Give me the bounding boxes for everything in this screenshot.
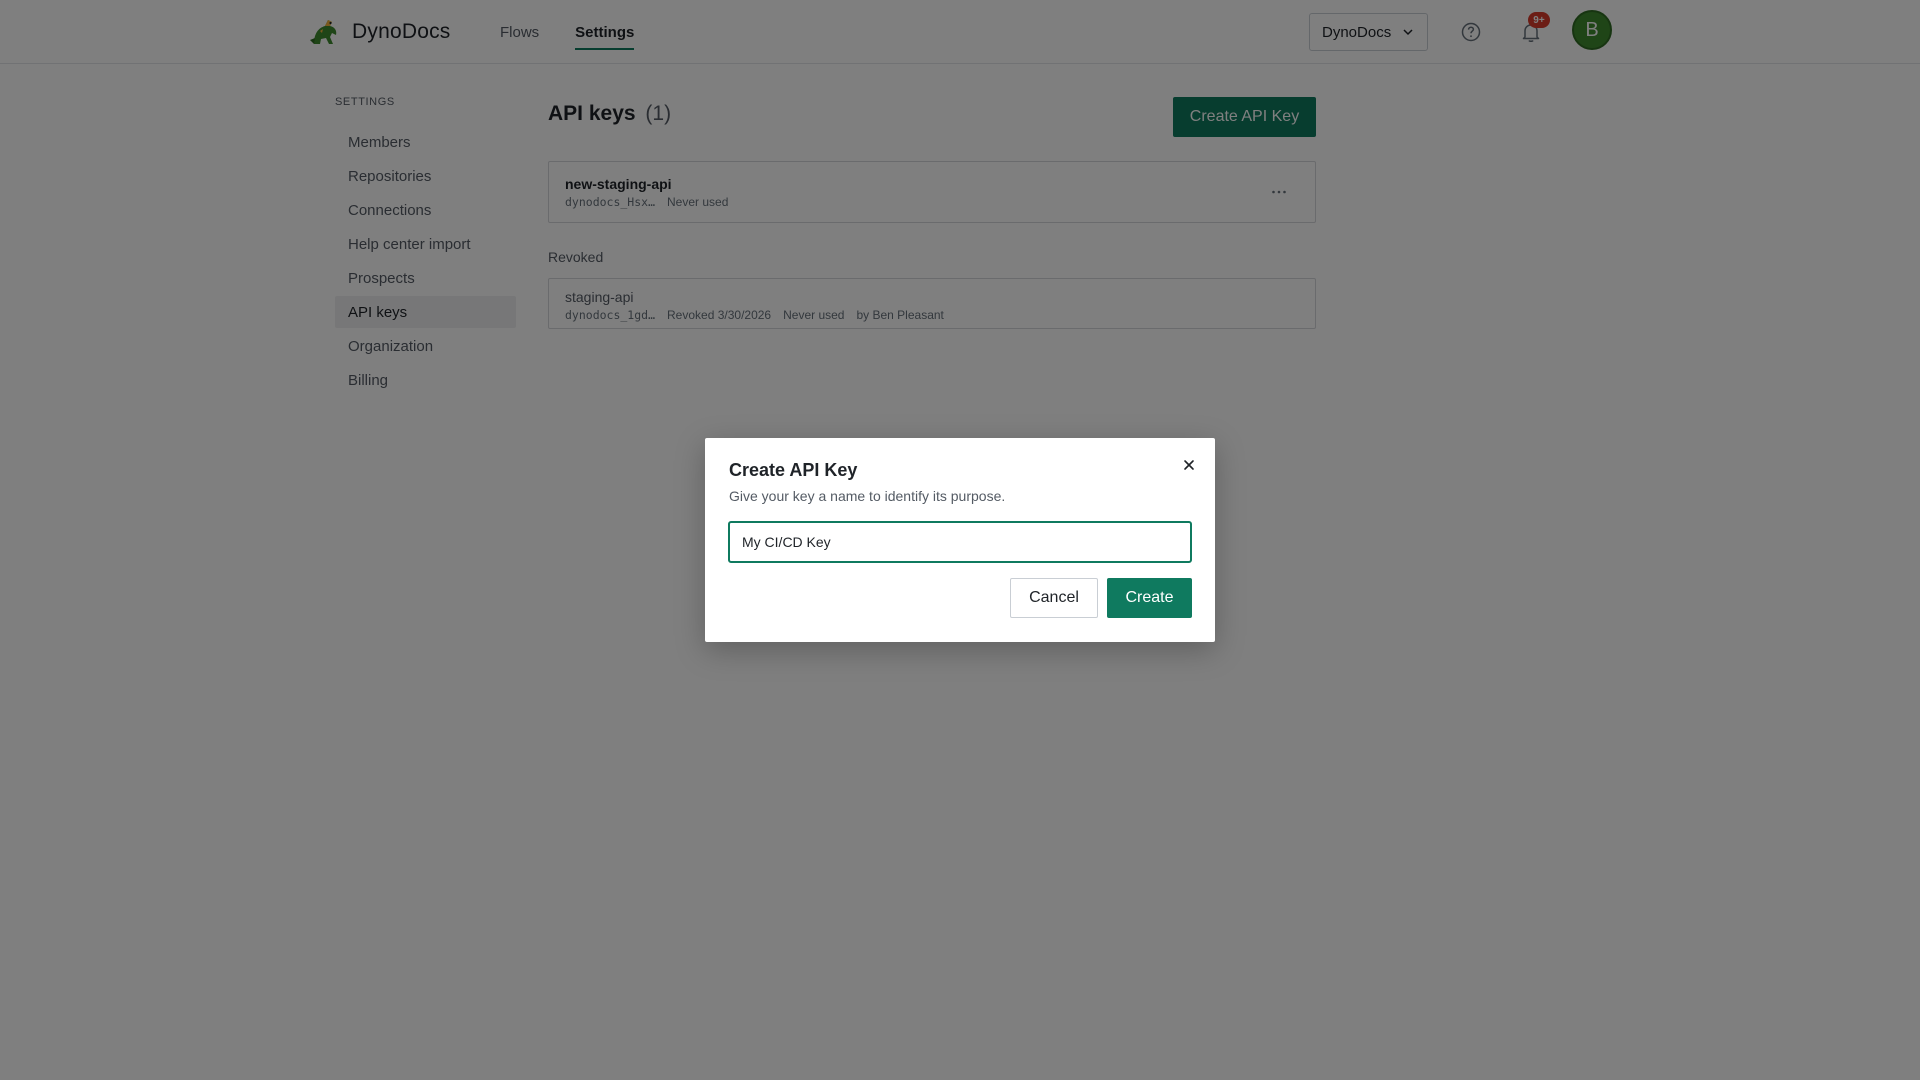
dialog-subtitle: Give your key a name to identify its pur…	[729, 488, 1006, 504]
cancel-button[interactable]: Cancel	[1010, 578, 1098, 618]
create-button[interactable]: Create	[1107, 578, 1192, 618]
key-name-input[interactable]	[728, 521, 1192, 563]
create-api-key-dialog: Create API Key Give your key a name to i…	[705, 438, 1215, 642]
close-icon[interactable]	[1179, 455, 1199, 475]
dialog-title: Create API Key	[729, 460, 858, 480]
